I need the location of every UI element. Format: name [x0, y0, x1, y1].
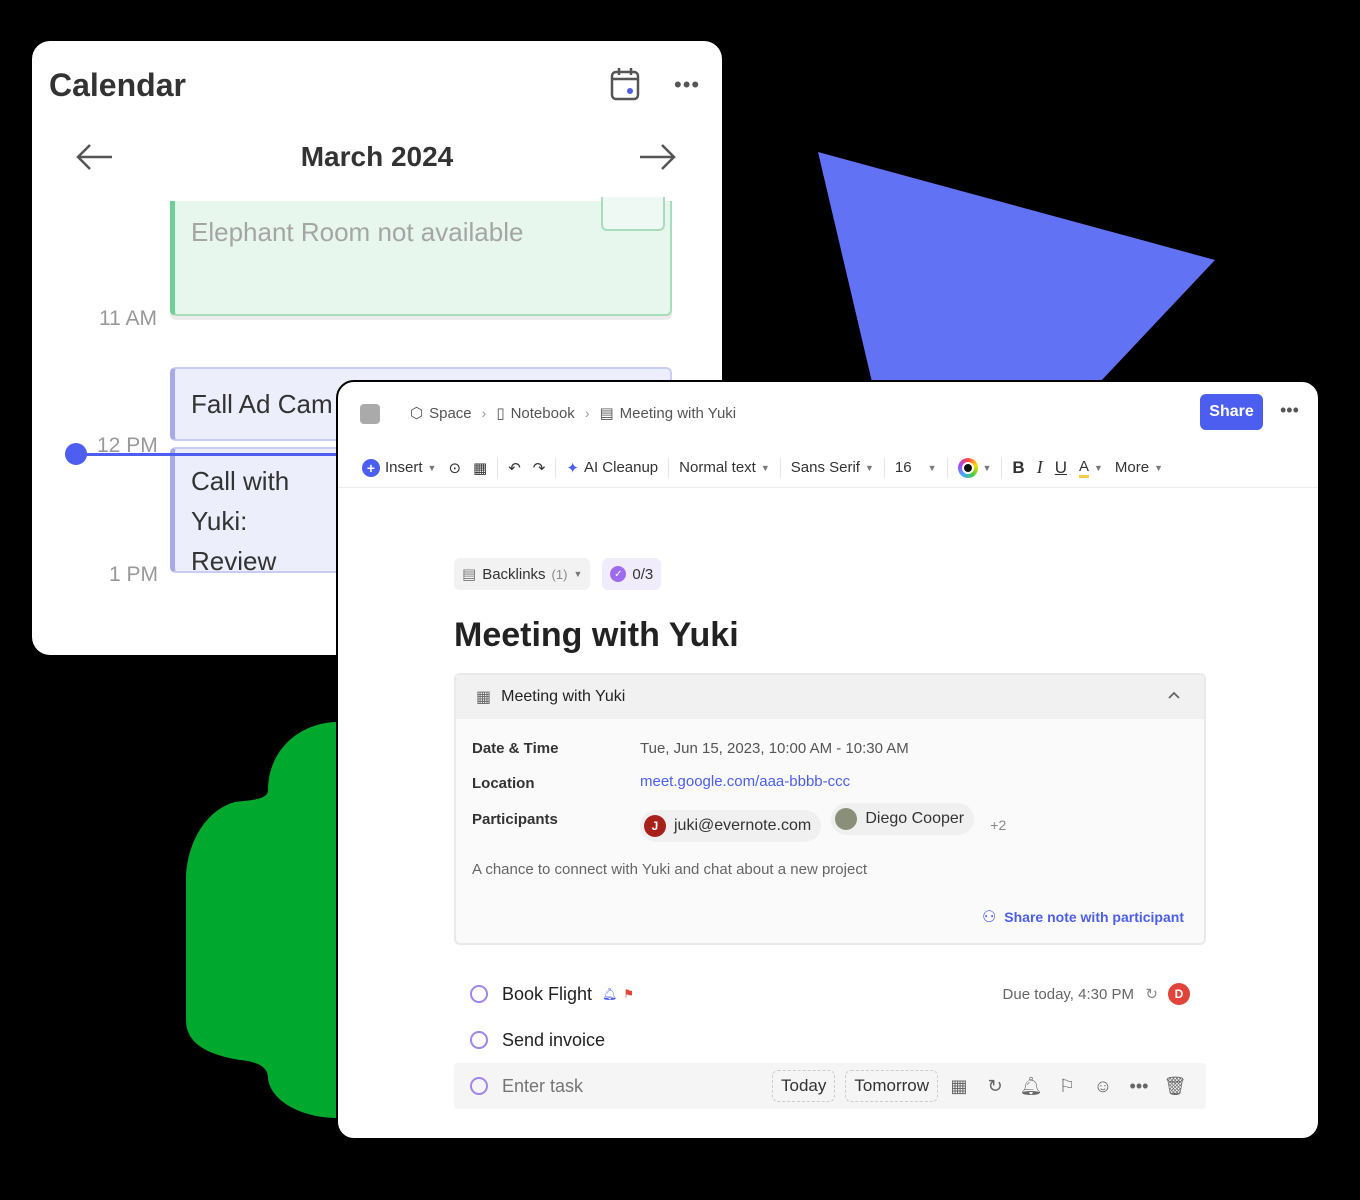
plus-icon: +	[362, 458, 380, 477]
task-checkbox[interactable]	[470, 985, 488, 1003]
blue-triangle-shape	[818, 152, 1215, 382]
current-time-line	[76, 453, 376, 456]
date-value: Tue, Jun 15, 2023, 10:00 AM - 10:30 AM	[640, 740, 909, 757]
task-label[interactable]: Send invoice	[502, 1030, 605, 1051]
task-due[interactable]: Due today, 4:30 PM	[1003, 986, 1134, 1003]
calendar-today-icon[interactable]	[610, 67, 640, 101]
meeting-card-header[interactable]: ▦ Meeting with Yuki	[456, 675, 1204, 719]
next-month-arrow-icon[interactable]	[638, 141, 678, 173]
calendar-icon[interactable]: ▦	[948, 1075, 970, 1097]
color-wheel-icon	[957, 457, 978, 478]
task-row: Send invoice	[454, 1017, 1206, 1063]
assignee-avatar[interactable]: D	[1168, 983, 1190, 1005]
repeat-icon: ↻	[1145, 986, 1158, 1003]
meeting-card: ▦ Meeting with Yuki Date & Time Tue, Jun…	[454, 673, 1206, 945]
note-more-icon[interactable]: •••	[1280, 400, 1299, 421]
highlight-icon[interactable]: A ▼	[1073, 454, 1109, 482]
flag-icon[interactable]: ⚐	[1056, 1075, 1078, 1097]
green-blob-shape	[186, 722, 338, 1118]
notebook-icon: ▯	[496, 405, 505, 422]
calendar-icon[interactable]: ▦	[467, 454, 493, 482]
italic-icon[interactable]: I	[1031, 454, 1049, 482]
tasks-progress-chip[interactable]: ✓ 0/3	[602, 558, 662, 590]
share-with-participant-link[interactable]: ⚇ Share note with participant	[982, 907, 1184, 927]
task-checkbox[interactable]	[470, 1031, 488, 1049]
due-tomorrow-button[interactable]: Tomorrow	[845, 1070, 938, 1102]
event-title: Elephant Room not available	[191, 217, 524, 247]
note-editor-panel: ⬡ Space › ▯ Notebook › ▤ Meeting with Yu…	[336, 380, 1320, 1140]
task-input[interactable]	[502, 1075, 772, 1097]
underline-icon[interactable]: U	[1049, 454, 1073, 482]
participant-chip[interactable]: Diego Cooper	[831, 803, 975, 835]
more-formatting-dropdown[interactable]: More ▼	[1109, 454, 1169, 482]
note-title[interactable]: Meeting with Yuki	[454, 616, 1206, 655]
editor-toolbar: + Insert ▼ ⊙ ▦ ↶ ↷ ✦ AI Cleanup Normal t…	[338, 448, 1318, 488]
location-label: Location	[472, 775, 535, 792]
participants-label: Participants	[472, 811, 558, 828]
date-label: Date & Time	[472, 740, 559, 757]
current-time-dot	[65, 443, 87, 465]
note-topbar: ⬡ Space › ▯ Notebook › ▤ Meeting with Yu…	[338, 382, 1318, 442]
bell-icon: 🔔︎	[602, 987, 618, 1001]
note-icon: ▤	[599, 405, 614, 422]
chevron-up-icon[interactable]	[1166, 687, 1182, 703]
expand-icon[interactable]	[360, 404, 380, 424]
avatar	[835, 808, 858, 830]
text-style-dropdown[interactable]: Normal text ▼	[673, 454, 776, 482]
reminder-icon[interactable]: 🔔︎	[1020, 1075, 1043, 1097]
event-title: Fall Ad Cam	[191, 389, 333, 419]
due-today-button[interactable]: Today	[772, 1070, 836, 1102]
flag-icon: ⚑	[623, 987, 635, 1001]
time-label-1pm: 1 PM	[109, 563, 159, 586]
cube-icon: ⬡	[410, 405, 424, 422]
ai-sparkle-icon: ✦	[566, 459, 579, 477]
add-to-calendar-icon[interactable]	[601, 197, 665, 231]
current-month: March 2024	[300, 141, 454, 172]
calendar-more-icon[interactable]: •••	[674, 72, 700, 98]
task-checkbox[interactable]	[470, 1077, 488, 1095]
note-content: ▤ Backlinks (1) ▼ ✓ 0/3 Meeting with Yuk…	[454, 558, 1206, 1109]
font-size-dropdown[interactable]: 16 ▼	[889, 454, 943, 482]
event-title: Call with Yuki: Review	[191, 466, 290, 576]
breadcrumb-note[interactable]: ▤ Meeting with Yuki	[599, 404, 736, 423]
font-dropdown[interactable]: Sans Serif ▼	[785, 454, 880, 482]
repeat-icon[interactable]: ↻	[984, 1075, 1006, 1097]
document-icon: ▤	[462, 566, 477, 583]
breadcrumb-space[interactable]: ⬡ Space	[410, 404, 472, 423]
calendar-title: Calendar	[49, 67, 186, 103]
redo-icon[interactable]: ↷	[527, 454, 552, 482]
checkbox-icon[interactable]: ⊙	[442, 454, 467, 482]
task-label[interactable]: Book Flight	[502, 984, 592, 1005]
location-link[interactable]: meet.google.com/aaa-bbbb-ccc	[640, 773, 850, 790]
more-icon[interactable]: •••	[1128, 1075, 1150, 1097]
text-color-picker[interactable]: ▼	[952, 454, 998, 482]
meeting-description: A chance to connect with Yuki and chat a…	[472, 861, 867, 878]
share-button[interactable]: Share	[1200, 394, 1263, 430]
calendar-event-elephant-room[interactable]: Elephant Room not available	[170, 197, 672, 316]
breadcrumb: ⬡ Space › ▯ Notebook › ▤ Meeting with Yu…	[410, 404, 737, 423]
bold-icon[interactable]: B	[1006, 454, 1030, 482]
participant-chip[interactable]: J juki@evernote.com	[640, 810, 822, 842]
ai-cleanup-button[interactable]: ✦ AI Cleanup	[560, 454, 664, 482]
breadcrumb-notebook[interactable]: ▯ Notebook	[496, 404, 574, 423]
new-task-row: Today Tomorrow ▦ ↻ 🔔︎ ⚐ ☺ ••• 🗑︎	[454, 1063, 1206, 1109]
add-person-icon: ⚇	[981, 909, 997, 926]
time-label-11am: 11 AM	[99, 307, 157, 330]
check-circle-icon: ✓	[610, 566, 627, 582]
delete-icon[interactable]: 🗑︎	[1164, 1075, 1187, 1097]
undo-icon[interactable]: ↶	[502, 454, 527, 482]
assign-icon[interactable]: ☺	[1092, 1075, 1114, 1097]
more-participants[interactable]: +2	[990, 817, 1006, 833]
avatar: J	[644, 815, 666, 837]
insert-button[interactable]: + Insert ▼	[356, 454, 442, 482]
task-row: Book Flight 🔔︎ ⚑ Due today, 4:30 PM ↻ D	[454, 971, 1206, 1017]
calendar-icon: ▦	[476, 689, 492, 706]
backlinks-chip[interactable]: ▤ Backlinks (1) ▼	[454, 558, 591, 590]
